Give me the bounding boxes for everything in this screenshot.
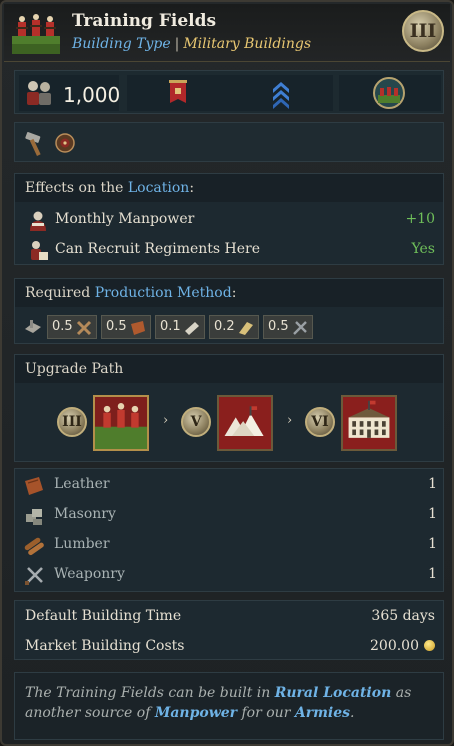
- chevron-rank-icon: [273, 82, 289, 109]
- building-subtitle: Building Type | Military Buildings: [72, 36, 311, 52]
- effects-heading-prefix: Effects on the: [25, 180, 124, 196]
- building-category: Military Buildings: [183, 36, 311, 52]
- cost-value: 1: [428, 566, 437, 582]
- market-cost-label: Market Building Costs: [25, 638, 185, 654]
- upgrade-tier-vi: VI: [305, 407, 335, 437]
- input-amount: 0.2: [214, 319, 235, 334]
- input-chip-cloth[interactable]: 0.2: [209, 315, 259, 339]
- hammer-icon[interactable]: [23, 131, 49, 157]
- rank-cell[interactable]: [229, 75, 333, 111]
- production-heading-prefix: Required: [25, 285, 91, 301]
- input-chip-tools[interactable]: 0.5: [47, 315, 97, 339]
- cost-value: 1: [428, 536, 437, 552]
- upgrade-heading: Upgrade Path: [25, 361, 124, 377]
- training-fields-icon: [12, 14, 60, 54]
- manpower-link[interactable]: Manpower: [155, 705, 237, 721]
- cost-label: Masonry: [54, 506, 116, 522]
- building-tooltip: Training Fields Building Type | Military B…: [0, 0, 454, 746]
- banner-cell[interactable]: [127, 75, 231, 111]
- upgrade-tier-iii: III: [57, 407, 87, 437]
- build-info-section: Default Building Time 365 days Market Bu…: [14, 600, 444, 660]
- construction-costs-section: Leather 1 Masonry 1 Lumber 1 Weaponry 1: [14, 468, 444, 592]
- weaponry-icon: [293, 321, 307, 335]
- production-heading-suffix: :: [231, 285, 237, 301]
- cloth-icon: [239, 322, 253, 335]
- tools-icon: [76, 320, 92, 336]
- production-section: Required Production Method: 0.5 0.5 0.1 …: [14, 278, 444, 344]
- effect-label: Monthly Manpower: [55, 211, 195, 227]
- production-heading: Required Production Method:: [25, 285, 236, 301]
- cost-row-lumber: Lumber 1: [23, 532, 437, 558]
- input-amount: 0.1: [160, 319, 181, 334]
- training-fields-badge-icon: [373, 77, 405, 109]
- input-chip-paper[interactable]: 0.1: [155, 315, 205, 339]
- banner-icon: [169, 80, 187, 103]
- cost-value: 1: [428, 476, 437, 492]
- input-amount: 0.5: [106, 319, 127, 334]
- build-time-label: Default Building Time: [25, 608, 182, 624]
- population-icon: [27, 81, 51, 105]
- leather-icon: [131, 321, 145, 335]
- tier-badge: III: [402, 10, 444, 52]
- input-amount: 0.5: [52, 319, 73, 334]
- masonry-icon: [26, 509, 42, 525]
- effect-row-recruit: Can Recruit Regiments Here Yes: [25, 238, 435, 262]
- upgrade-arrow: ›: [163, 413, 169, 428]
- training-fields-building-button[interactable]: [93, 395, 149, 451]
- build-time-value: 365 days: [371, 608, 435, 624]
- cost-label: Leather: [54, 476, 110, 492]
- input-amount: 0.5: [268, 319, 289, 334]
- market-cost-value: 200.00: [370, 638, 419, 654]
- manpower-icon: [30, 211, 46, 231]
- input-chip-weaponry[interactable]: 0.5: [263, 315, 313, 339]
- subtitle-separator: |: [174, 36, 180, 52]
- rural-location-link[interactable]: Rural Location: [275, 685, 392, 701]
- gold-coin-icon: [424, 640, 435, 651]
- lumber-icon: [24, 537, 44, 556]
- effect-row-manpower: Monthly Manpower +10: [25, 208, 435, 232]
- location-link[interactable]: Location: [128, 180, 189, 196]
- tooltip-header: Training Fields Building Type | Military B…: [4, 4, 450, 62]
- stats-row: 1,000: [14, 70, 444, 114]
- effects-heading: Effects on the Location:: [25, 180, 194, 196]
- weaponry-icon: [25, 567, 43, 585]
- market-cost-value-wrap: 200.00: [370, 638, 435, 654]
- production-method-link[interactable]: Production Method: [95, 285, 232, 301]
- tent-camp-building-button[interactable]: [217, 395, 273, 451]
- building-description: The Training Fields can be built in Rura…: [14, 672, 444, 740]
- building-title: Training Fields: [72, 11, 217, 31]
- effect-label: Can Recruit Regiments Here: [55, 241, 261, 257]
- effects-heading-suffix: :: [189, 180, 195, 196]
- effects-section: Effects on the Location: Monthly Manpowe…: [14, 173, 444, 265]
- effect-value: +10: [405, 211, 435, 227]
- cost-label: Weaponry: [54, 566, 125, 582]
- effect-value: Yes: [411, 241, 436, 257]
- armies-link[interactable]: Armies: [295, 705, 350, 721]
- paper-icon: [185, 322, 199, 335]
- description-text: for our: [241, 705, 291, 721]
- description-text: The Training Fields can be built in: [25, 685, 271, 701]
- tools-row: [14, 122, 444, 162]
- upgrade-arrow: ›: [287, 413, 293, 428]
- cost-row-leather: Leather 1: [23, 472, 437, 498]
- cost-value: 1: [428, 506, 437, 522]
- barracks-building-button[interactable]: [341, 395, 397, 451]
- building-type-link[interactable]: Building Type: [72, 36, 171, 52]
- leather-icon: [25, 477, 43, 495]
- upgrade-section: Upgrade Path III › V › VI: [14, 354, 444, 462]
- cost-row-weaponry: Weaponry 1: [23, 562, 437, 588]
- input-chip-leather[interactable]: 0.5: [101, 315, 151, 339]
- description-text: .: [350, 705, 355, 721]
- upgrade-tier-v: V: [181, 407, 211, 437]
- cost-row-masonry: Masonry 1: [23, 502, 437, 528]
- target-icon[interactable]: [55, 133, 75, 153]
- cost-label: Lumber: [54, 536, 110, 552]
- population-value: 1,000: [63, 83, 121, 107]
- building-badge-cell[interactable]: [339, 75, 441, 111]
- production-method-icon[interactable]: [23, 317, 43, 337]
- population-cell[interactable]: 1,000: [19, 75, 121, 111]
- recruit-icon: [31, 241, 48, 260]
